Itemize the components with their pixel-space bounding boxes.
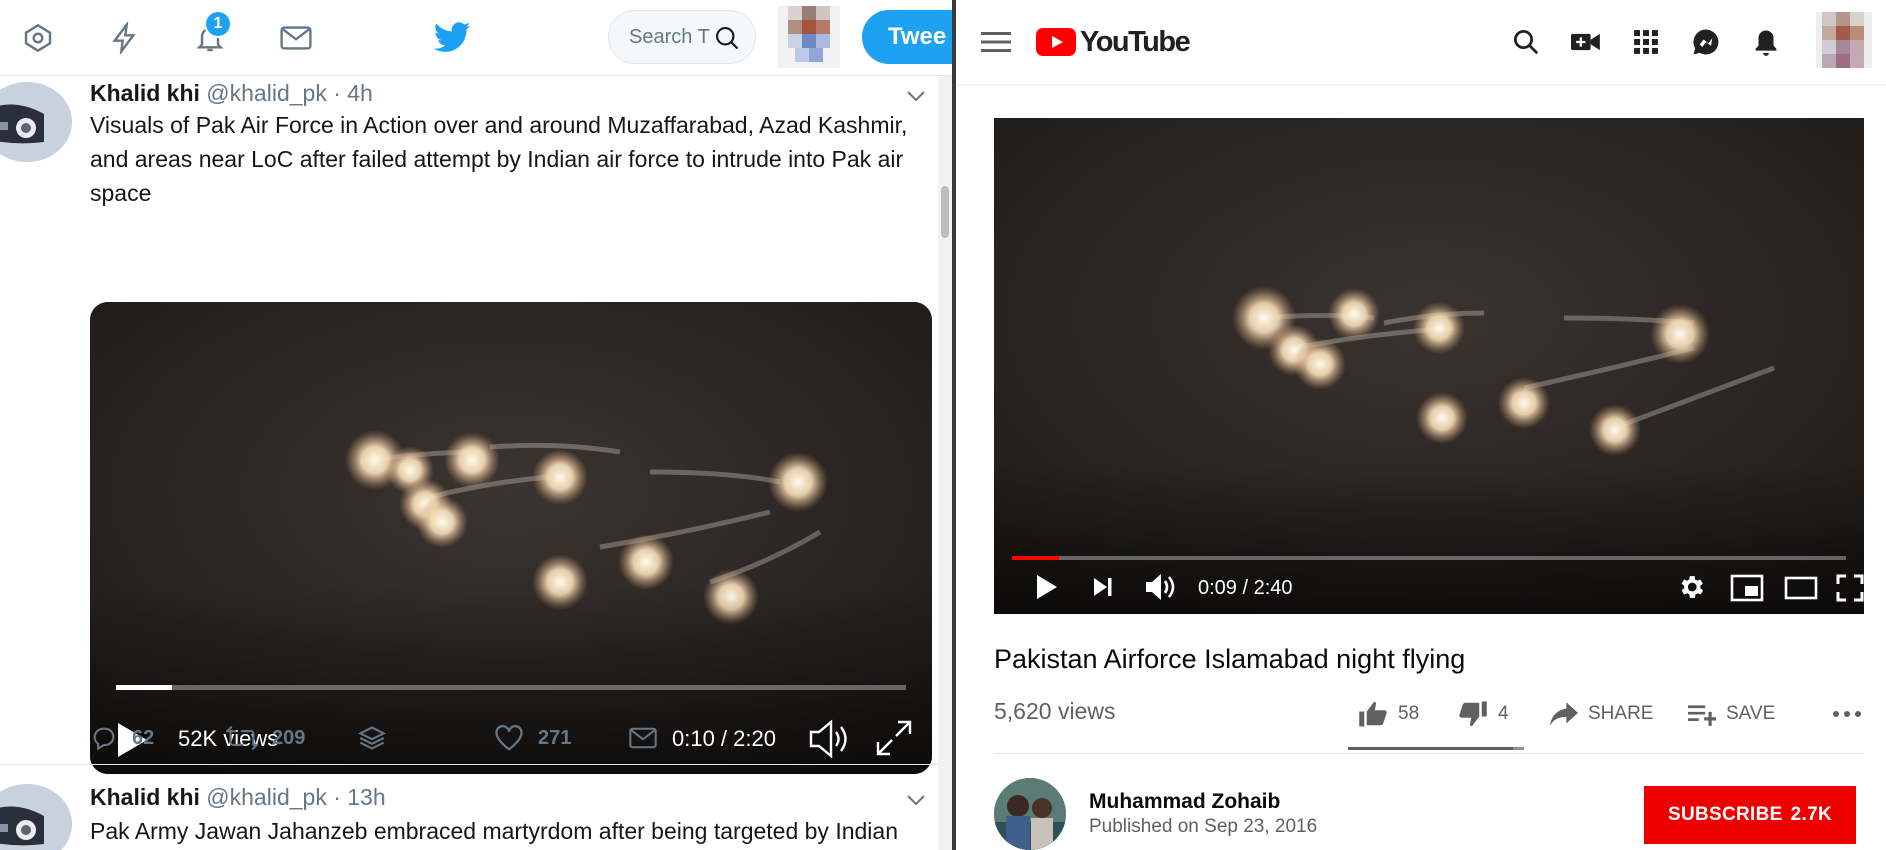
tweet-item[interactable]: Khalid khi @khalid_pk · 4h Visuals of Pa… (0, 76, 938, 774)
apps-grid-icon[interactable] (1626, 22, 1666, 62)
tweet-timestamp[interactable]: · 4h (333, 80, 373, 106)
tweet-text: Pak Army Jawan Jahanzeb embraced martyrd… (90, 818, 898, 844)
user-avatar[interactable] (1816, 12, 1872, 68)
tweet-author-handle[interactable]: @khalid_pk (206, 784, 327, 810)
create-video-icon[interactable] (1566, 22, 1606, 62)
dislike-count: 4 (1498, 703, 1509, 724)
notifications-bell-icon[interactable] (1746, 22, 1786, 62)
video-progress-fill (1012, 556, 1059, 560)
share-button[interactable]: SHARE (1550, 696, 1653, 732)
youtube-logo[interactable]: YouTube (1036, 24, 1191, 60)
subscribe-label: SUBSCRIBE (1668, 804, 1783, 825)
subscribe-button[interactable]: SUBSCRIBE 2.7K (1644, 786, 1856, 844)
twitter-top-nav: 1 Search T Twee (0, 0, 952, 76)
retweet-icon (226, 725, 258, 751)
tweet-author-line: Khalid khi @khalid_pk · 13h (90, 784, 386, 811)
tweet-text: Visuals of Pak Air Force in Action over … (90, 112, 908, 206)
dislike-button[interactable]: 4 (1458, 696, 1509, 732)
volume-icon[interactable] (1144, 572, 1176, 608)
section-divider (994, 753, 1864, 754)
home-icon[interactable] (18, 18, 58, 58)
like-button[interactable]: 271 (494, 718, 571, 758)
channel-name[interactable]: Muhammad Zohaib (1089, 790, 1280, 814)
moments-lightning-icon[interactable] (104, 18, 144, 58)
like-dislike-ratio-bar (1348, 747, 1524, 750)
like-ratio-fill (1348, 747, 1513, 750)
tweet-author-avatar[interactable] (0, 784, 72, 850)
tweet-button[interactable]: Twee (862, 10, 952, 64)
reply-icon (93, 727, 115, 751)
video-time: 0:09 / 2:40 (1198, 577, 1293, 599)
stack-icon[interactable] (358, 718, 386, 758)
tweet-author-name[interactable]: Khalid khi (90, 784, 200, 810)
user-avatar[interactable] (778, 6, 840, 68)
reply-count: 62 (132, 726, 155, 749)
scrollbar-thumb[interactable] (941, 186, 949, 238)
messages-envelope-icon[interactable] (276, 18, 316, 58)
search-placeholder-text: Search T (629, 25, 710, 48)
tweet-video-player[interactable]: 52K views 0:10 / 2:20 (90, 302, 932, 774)
tweet-divider (0, 764, 938, 765)
more-actions-icon[interactable] (1832, 696, 1862, 732)
youtube-pane: YouTube 0:09 / 2:40 Pakistan Airforce Is… (956, 0, 1886, 850)
like-count: 271 (538, 726, 572, 749)
video-progress-bar[interactable] (116, 685, 906, 690)
thumbs-down-icon (1459, 701, 1487, 727)
tweet-author-avatar[interactable] (0, 82, 72, 162)
retweet-button[interactable]: 209 (226, 718, 305, 758)
video-frame-image (994, 118, 1864, 614)
playlist-add-icon (1688, 705, 1716, 726)
youtube-video-player[interactable]: 0:09 / 2:40 (994, 118, 1864, 614)
share-arrow-icon (1550, 702, 1578, 726)
reply-button[interactable]: 62 (90, 718, 154, 758)
retweet-count: 209 (272, 726, 306, 749)
tweet-author-name[interactable]: Khalid khi (90, 80, 200, 106)
save-label: SAVE (1726, 703, 1776, 724)
tweet-author-line: Khalid khi @khalid_pk · 4h (90, 80, 373, 107)
messages-share-icon[interactable] (1686, 22, 1726, 62)
hamburger-menu-icon[interactable] (976, 22, 1016, 62)
save-button[interactable]: SAVE (1688, 696, 1775, 732)
chevron-down-icon[interactable] (904, 84, 928, 108)
video-progress-bar[interactable] (1012, 556, 1846, 560)
channel-avatar[interactable] (994, 778, 1066, 850)
video-title: Pakistan Airforce Islamabad night flying (994, 644, 1466, 674)
twitter-pane: 1 Search T Twee Khalid khi @khalid_pk · … (0, 0, 952, 850)
tweet-timestamp[interactable]: · 13h (333, 784, 385, 810)
envelope-icon (629, 727, 657, 749)
search-icon[interactable] (713, 24, 741, 58)
heart-icon (495, 725, 523, 751)
next-video-icon[interactable] (1092, 576, 1114, 604)
youtube-wordmark: YouTube (1080, 25, 1191, 58)
theater-mode-icon[interactable] (1784, 576, 1818, 606)
publish-date: Published on Sep 23, 2016 (1089, 816, 1318, 837)
direct-message-button[interactable] (628, 718, 658, 758)
notifications-badge: 1 (204, 10, 232, 38)
thumbs-up-icon (1359, 701, 1387, 727)
twitter-scrollbar[interactable] (938, 76, 952, 850)
like-button[interactable]: 58 (1358, 696, 1419, 732)
split-screen: 1 Search T Twee Khalid khi @khalid_pk · … (0, 0, 1886, 850)
video-progress-fill (116, 685, 173, 690)
twitter-bird-icon[interactable] (432, 18, 472, 58)
tweet-actions: 62 209 271 (90, 718, 930, 758)
subscriber-count: 2.7K (1790, 804, 1832, 825)
search-icon[interactable] (1506, 22, 1546, 62)
chevron-down-icon[interactable] (904, 788, 928, 812)
miniplayer-icon[interactable] (1730, 574, 1764, 608)
like-count: 58 (1398, 703, 1420, 724)
video-frame-image (90, 302, 932, 774)
share-label: SHARE (1588, 703, 1654, 724)
youtube-play-logo-icon (1036, 28, 1076, 56)
tweet-author-handle[interactable]: @khalid_pk (206, 80, 327, 106)
tweet-item[interactable]: Khalid khi @khalid_pk · 13h Pak Army Jaw… (0, 778, 938, 850)
fullscreen-icon[interactable] (1836, 574, 1864, 608)
play-icon[interactable] (1036, 574, 1058, 606)
twitter-search-input[interactable]: Search T (608, 10, 756, 64)
youtube-masthead: YouTube (956, 0, 1886, 84)
settings-gear-icon[interactable] (1676, 572, 1706, 608)
video-view-count: 5,620 views (994, 698, 1116, 724)
